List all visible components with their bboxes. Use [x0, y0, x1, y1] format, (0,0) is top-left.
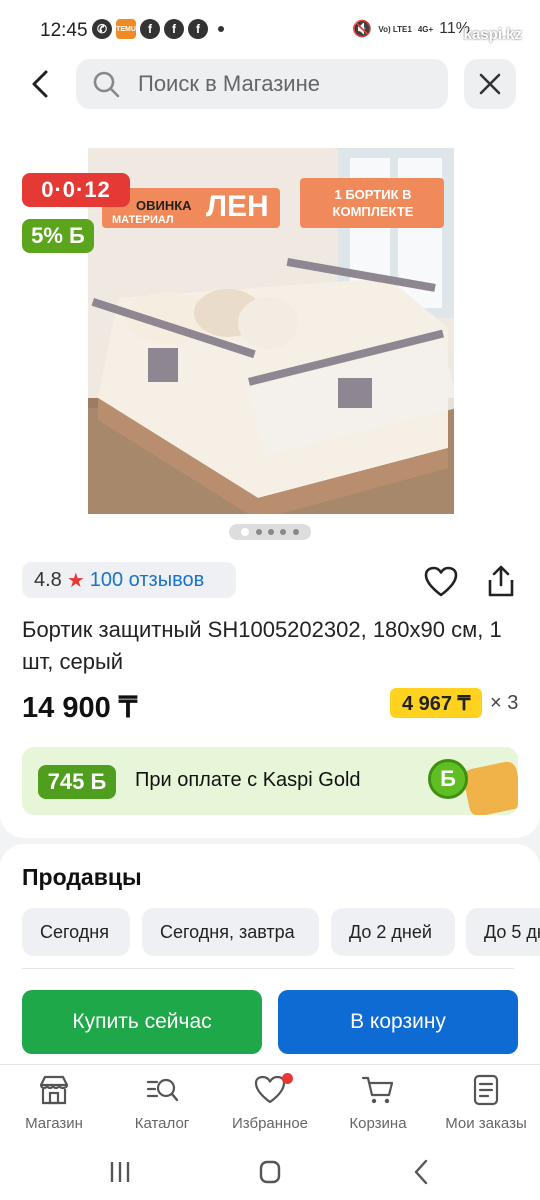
favorite-heart-icon[interactable] — [424, 566, 458, 598]
banner-material: МАТЕРИАЛ — [112, 214, 174, 226]
facebook-icon: f — [140, 19, 160, 39]
banner-linen: ЛЕН — [206, 190, 269, 223]
installment-months: × 3 — [490, 692, 519, 714]
search-placeholder: Поиск в Магазине — [138, 71, 320, 96]
close-button[interactable] — [464, 59, 516, 109]
recent-apps-icon[interactable] — [100, 1154, 140, 1190]
rating-reviews-link[interactable]: 4.8 ★ 100 отзывов — [22, 562, 236, 598]
search-icon — [93, 71, 120, 98]
kaspi-gold-bonus: 745 Б — [38, 765, 116, 799]
gallery-dot[interactable] — [292, 529, 299, 535]
delivery-filter-chips: Сегодня Сегодня, завтра До 2 дней До 5 д… — [22, 908, 540, 956]
star-icon: ★ — [66, 569, 85, 592]
banner-kit: 1 БОРТИК В КОМПЛЕКТЕ — [332, 187, 414, 219]
bonus-badge: 5% Б — [22, 219, 94, 253]
installment-amount[interactable]: 4 967 ₸ — [390, 688, 483, 718]
system-status: 🔇 Vo) LTE1 4G+ 11% — [352, 19, 470, 39]
chip-today-tomorrow[interactable]: Сегодня, завтра — [142, 908, 319, 956]
orders-icon — [473, 1074, 499, 1106]
chip-2-days[interactable]: До 2 дней — [331, 908, 455, 956]
back-icon[interactable] — [402, 1154, 442, 1190]
share-icon[interactable] — [484, 564, 518, 598]
chip-today[interactable]: Сегодня — [22, 908, 130, 956]
facebook-icon: f — [164, 19, 184, 39]
gallery-dot[interactable] — [280, 529, 287, 535]
gallery-dots[interactable] — [229, 524, 311, 540]
add-to-cart-button[interactable]: В корзину — [278, 990, 518, 1054]
sale-timer: 0·0·12 — [22, 173, 130, 207]
product-card: ОВИНКА МАТЕРИАЛ ЛЕН 1 БОРТИК В КОМПЛЕКТЕ… — [0, 114, 540, 838]
product-image[interactable]: ОВИНКА МАТЕРИАЛ ЛЕН 1 БОРТИК В КОМПЛЕКТЕ — [88, 148, 454, 514]
bottom-navigation: Магазин Каталог Избранное Корзина Мои за… — [0, 1064, 540, 1144]
divider — [22, 968, 514, 969]
nav-catalog-label: Каталог — [134, 1115, 190, 1132]
status-time: 12:45 — [40, 20, 88, 41]
more-notifications-icon — [218, 26, 224, 32]
temu-icon: TEMU — [116, 19, 136, 39]
catalog-icon — [146, 1078, 179, 1102]
favorites-badge — [282, 1073, 293, 1084]
system-navigation — [0, 1144, 540, 1200]
sellers-heading: Продавцы — [22, 864, 142, 890]
home-icon[interactable] — [250, 1154, 290, 1190]
status-bar: 12:45 ✆ TEMU f f f 🔇 Vo) LTE1 4G+ 11% ka… — [0, 0, 540, 58]
buy-now-button[interactable]: Купить сейчас — [22, 990, 262, 1054]
gallery-dot[interactable] — [255, 529, 262, 535]
mute-icon: 🔇 — [352, 21, 373, 38]
gallery-dot[interactable] — [267, 529, 274, 535]
banner-novelty: ОВИНКА — [136, 198, 192, 213]
nav-catalog[interactable]: Каталог — [108, 1073, 216, 1132]
nav-orders-label: Мои заказы — [445, 1115, 527, 1132]
shop-icon — [39, 1075, 69, 1105]
facebook-icon: f — [188, 19, 208, 39]
nav-cart[interactable]: Корзина — [324, 1073, 432, 1132]
reviews-count: 100 отзывов — [89, 568, 205, 591]
nav-shop[interactable]: Магазин — [0, 1073, 108, 1132]
whatsapp-icon: ✆ — [92, 19, 112, 39]
nav-favorites-label: Избранное — [231, 1115, 309, 1132]
product-title: Бортик защитный SH1005202302, 180x90 см,… — [22, 617, 502, 674]
nav-shop-label: Магазин — [25, 1115, 83, 1132]
sellers-section: Продавцы Сегодня Сегодня, завтра До 2 дн… — [0, 844, 540, 1064]
product-price: 14 900 ₸ — [22, 692, 138, 724]
top-bar: Поиск в Магазине — [0, 58, 540, 114]
nav-orders[interactable]: Мои заказы — [432, 1073, 540, 1132]
chip-5-days[interactable]: До 5 дней — [466, 908, 540, 956]
network-indicator: 4G+ — [417, 24, 434, 34]
nav-favorites[interactable]: Избранное — [216, 1073, 324, 1132]
rating-value: 4.8 — [34, 568, 62, 591]
gallery-dot[interactable] — [241, 528, 250, 536]
cart-icon — [361, 1076, 394, 1104]
kaspi-gold-banner[interactable]: 745 Б При оплате с Kaspi Gold Б — [22, 747, 518, 815]
lte-indicator: Vo) LTE1 — [378, 24, 412, 34]
watermark: kaspi.kz — [463, 26, 522, 43]
nav-cart-label: Корзина — [349, 1115, 407, 1132]
notification-icons: ✆ TEMU f f f — [92, 19, 224, 39]
back-arrow-icon[interactable] — [26, 68, 58, 100]
search-input[interactable]: Поиск в Магазине — [76, 59, 448, 109]
coin-decoration-icon — [461, 759, 518, 815]
bonus-coin-icon: Б — [428, 759, 468, 799]
close-icon — [479, 73, 501, 95]
kaspi-gold-text: При оплате с Kaspi Gold — [135, 769, 361, 791]
